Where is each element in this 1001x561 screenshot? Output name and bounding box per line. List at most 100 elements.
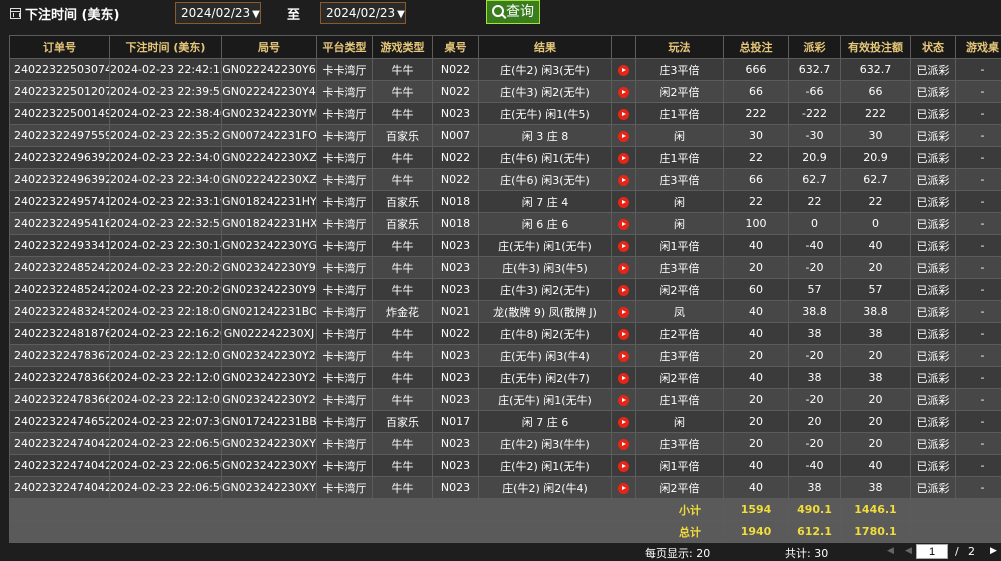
total-payout: 612.1: [788, 520, 841, 543]
play-icon[interactable]: [618, 174, 629, 186]
play-icon[interactable]: [618, 482, 629, 494]
play-icon[interactable]: [618, 196, 629, 208]
play-icon[interactable]: [618, 152, 629, 164]
cell-result: 庄(牛3) 闲3(牛5): [478, 256, 612, 279]
prev-page-icon[interactable]: ◀: [905, 546, 912, 556]
cell-replay[interactable]: [611, 432, 636, 455]
cell-bet-time: 2024-02-23 22:32:53: [109, 212, 222, 235]
next-page-icon[interactable]: ▶: [990, 546, 997, 556]
pagination-bar: 每页显示: 20 共计: 30 ◀ ◀ / 2 ▶: [0, 541, 1001, 561]
cell-status: 已派彩: [910, 322, 956, 345]
play-icon[interactable]: [618, 108, 629, 120]
cell-total-bet: 66: [723, 168, 789, 191]
cell-status: 已派彩: [910, 300, 956, 323]
cell-order-id: 240223224933417: [9, 234, 110, 257]
cell-bet-time: 2024-02-23 22:33:19: [109, 190, 222, 213]
header-col-order: 订单号: [9, 35, 110, 59]
cell-replay[interactable]: [611, 234, 636, 257]
cell-replay[interactable]: [611, 278, 636, 301]
play-icon[interactable]: [618, 438, 629, 450]
cell-play-type: 闲2平倍: [635, 366, 724, 389]
cell-order-id: 240223224975594: [9, 124, 110, 147]
cell-platform-type: 卡卡湾厅: [316, 58, 373, 81]
cell-total-bet: 222: [723, 102, 789, 125]
cell-replay[interactable]: [611, 388, 636, 411]
table-row: 240223224975594 2024-02-23 22:35:25 GN0072…: [9, 124, 1001, 147]
cell-payout: 38: [788, 366, 841, 389]
cell-round-id: GN022242230XZ: [221, 168, 317, 191]
cell-replay[interactable]: [611, 124, 636, 147]
cell-replay[interactable]: [611, 102, 636, 125]
cell-game-table: -: [955, 146, 1001, 169]
play-icon[interactable]: [618, 460, 629, 472]
header-col-time: 下注时间 (美东): [109, 35, 222, 59]
header-col-valid: 有效投注额: [840, 35, 911, 59]
cell-total-bet: 20: [723, 410, 789, 433]
table-row: 240223224746528 2024-02-23 22:07:38 GN0172…: [9, 410, 1001, 433]
cell-valid-bet: 38: [840, 322, 911, 345]
cell-round-id: GN018242231HY: [221, 190, 317, 213]
cell-replay[interactable]: [611, 212, 636, 235]
play-icon[interactable]: [618, 350, 629, 362]
cell-total-bet: 100: [723, 212, 789, 235]
cell-valid-bet: 632.7: [840, 58, 911, 81]
cell-payout: 62.7: [788, 168, 841, 191]
cell-order-id: 240223225001497: [9, 102, 110, 125]
cell-total-bet: 40: [723, 366, 789, 389]
cell-replay[interactable]: [611, 366, 636, 389]
cell-replay[interactable]: [611, 300, 636, 323]
table-row: 240223224740429 2024-02-23 22:06:50 GN0232…: [9, 432, 1001, 455]
cell-game-table: -: [955, 476, 1001, 499]
cell-bet-time: 2024-02-23 22:12:03: [109, 344, 222, 367]
play-icon[interactable]: [618, 306, 629, 318]
play-icon[interactable]: [618, 64, 629, 76]
cell-game-table: -: [955, 212, 1001, 235]
play-icon[interactable]: [618, 372, 629, 384]
cell-status: 已派彩: [910, 212, 956, 235]
play-icon[interactable]: [618, 218, 629, 230]
play-icon[interactable]: [618, 86, 629, 98]
play-icon[interactable]: [618, 416, 629, 428]
cell-order-id: 240223224963921: [9, 146, 110, 169]
play-icon[interactable]: [618, 130, 629, 142]
query-button[interactable]: 查询: [486, 0, 540, 24]
cell-replay[interactable]: [611, 190, 636, 213]
cell-replay[interactable]: [611, 344, 636, 367]
cell-replay[interactable]: [611, 58, 636, 81]
play-icon[interactable]: [618, 394, 629, 406]
cell-table-id: N021: [432, 300, 479, 323]
cell-total-bet: 20: [723, 344, 789, 367]
cell-play-type: 庄2平倍: [635, 322, 724, 345]
cell-round-id: GN021242231BO: [221, 300, 317, 323]
cell-payout: -20: [788, 388, 841, 411]
date-to-picker[interactable]: 2024/02/23 ▼: [320, 2, 406, 24]
cell-bet-time: 2024-02-23 22:35:25: [109, 124, 222, 147]
page-input[interactable]: [916, 544, 948, 559]
play-icon[interactable]: [618, 240, 629, 252]
cell-replay[interactable]: [611, 168, 636, 191]
cell-replay[interactable]: [611, 322, 636, 345]
play-icon[interactable]: [618, 284, 629, 296]
cell-round-id: GN023242230XY: [221, 432, 317, 455]
play-icon[interactable]: [618, 328, 629, 340]
table-row: 240223225012078 2024-02-23 22:39:55 GN0222…: [9, 80, 1001, 103]
cell-replay[interactable]: [611, 454, 636, 477]
date-from-picker[interactable]: 2024/02/23 ▼: [175, 2, 261, 24]
cell-replay[interactable]: [611, 146, 636, 169]
cell-replay[interactable]: [611, 80, 636, 103]
cell-bet-time: 2024-02-23 22:42:15: [109, 58, 222, 81]
cell-valid-bet: 0: [840, 212, 911, 235]
cell-status: 已派彩: [910, 344, 956, 367]
cell-valid-bet: 222: [840, 102, 911, 125]
cell-replay[interactable]: [611, 476, 636, 499]
cell-result: 龙(散牌 9) 凤(散牌 J): [478, 300, 612, 323]
first-page-icon[interactable]: ◀: [887, 546, 894, 556]
cell-replay[interactable]: [611, 256, 636, 279]
cell-status: 已派彩: [910, 168, 956, 191]
per-page-label[interactable]: 每页显示: 20: [645, 545, 710, 561]
cell-play-type: 庄3平倍: [635, 168, 724, 191]
chevron-down-icon: ▼: [397, 9, 405, 20]
cell-replay[interactable]: [611, 410, 636, 433]
play-icon[interactable]: [618, 262, 629, 274]
cell-status: 已派彩: [910, 146, 956, 169]
